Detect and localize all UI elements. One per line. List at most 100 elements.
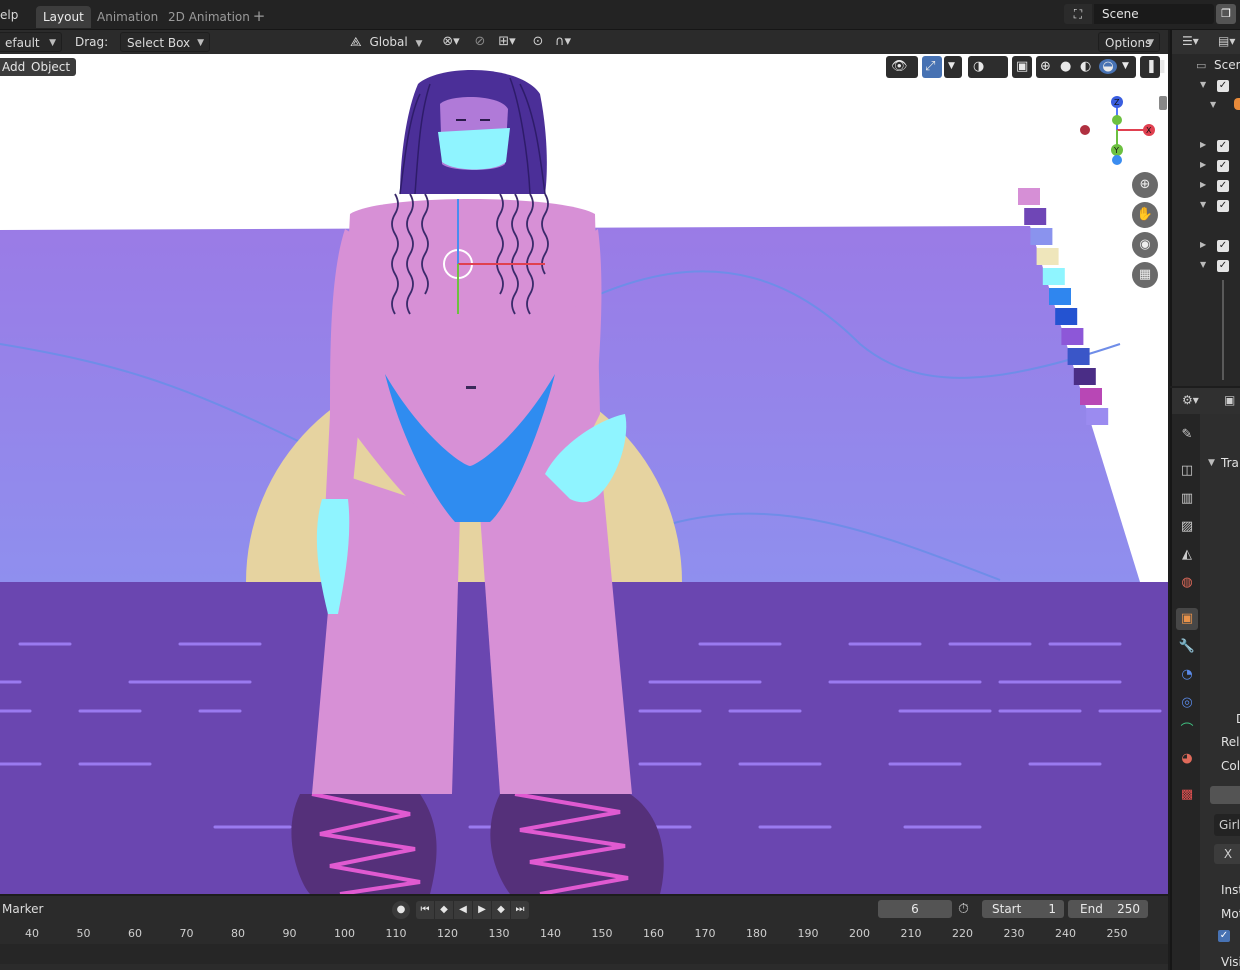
current-frame-field[interactable]: 6 xyxy=(878,900,952,918)
x-field[interactable]: X xyxy=(1214,844,1240,864)
scene-selector[interactable]: ⛶ Scene xyxy=(1064,4,1214,24)
object-menu[interactable]: Object xyxy=(25,58,77,76)
checkbox-icon[interactable]: ✓ xyxy=(1217,180,1229,192)
expand-icon[interactable]: ▼ xyxy=(1200,80,1206,89)
checkbox-icon[interactable]: ✓ xyxy=(1217,160,1229,172)
expand-icon[interactable]: ▶ xyxy=(1200,240,1206,249)
prev-keyframe-icon[interactable]: ◆ xyxy=(435,901,453,919)
relations-section[interactable]: Rela xyxy=(1221,735,1240,749)
pause-button[interactable]: ❚❚ xyxy=(1140,56,1168,78)
expand-icon[interactable]: ▼ xyxy=(1210,100,1216,109)
falloff-curve-icon[interactable]: ∩▾ xyxy=(548,32,578,52)
next-keyframe-icon[interactable]: ◆ xyxy=(492,901,510,919)
xray-toggle[interactable]: ▣ xyxy=(1012,56,1032,78)
pivot-point-icon[interactable]: ⊗▾ xyxy=(436,32,466,52)
tab-2d-animation[interactable]: 2D Animation xyxy=(161,6,257,28)
mode-dropdown[interactable]: efault ▼ xyxy=(0,32,62,52)
delta-transform-section[interactable]: D xyxy=(1236,712,1240,726)
outliner-row[interactable]: ▶ ✓ xyxy=(1172,176,1240,196)
snap-icon[interactable]: ⊘ xyxy=(470,32,490,52)
pin-icon[interactable]: ▣ xyxy=(1224,393,1235,407)
physics-tab-icon[interactable]: ◎ xyxy=(1176,692,1198,714)
gizmo-dropdown[interactable]: ▼ xyxy=(944,56,962,78)
orientation-dropdown[interactable]: ⟁ Global ▼ xyxy=(350,32,428,52)
tab-animation[interactable]: Animation xyxy=(90,6,165,28)
display-mode-icon[interactable]: ▤▾ xyxy=(1218,34,1235,48)
expand-icon[interactable]: ▼ xyxy=(1200,200,1206,209)
tool-tab-icon[interactable]: ✎ xyxy=(1176,424,1198,446)
gizmo-toggle[interactable]: ⤢ xyxy=(922,56,942,78)
camera-icon[interactable]: ◉ xyxy=(1132,232,1158,258)
checkbox-icon[interactable]: ✓ xyxy=(1217,240,1229,252)
pan-hand-icon[interactable]: ✋ xyxy=(1132,202,1158,228)
snap-target-icon[interactable]: ⊞▾ xyxy=(492,32,522,52)
jump-start-icon[interactable]: ⏮ xyxy=(416,901,434,919)
play-icon[interactable]: ▶ xyxy=(473,901,491,919)
checkbox-icon[interactable]: ✓ xyxy=(1217,80,1229,92)
expand-icon[interactable]: ▶ xyxy=(1200,180,1206,189)
zoom-icon[interactable]: ⊕ xyxy=(1132,172,1158,198)
shading-modes[interactable]: ⊕ ● ◐ ◒ ▼ xyxy=(1036,56,1136,78)
new-scene-icon[interactable]: ❐ xyxy=(1216,4,1236,24)
output-tab-icon[interactable]: ▥ xyxy=(1176,488,1198,510)
checkbox-icon[interactable]: ✓ xyxy=(1217,260,1229,272)
editor-type-icon[interactable]: ⚙▾ xyxy=(1182,393,1199,407)
outliner-row[interactable]: ▼ ✓ xyxy=(1172,196,1240,216)
world-tab-icon[interactable]: ◍ xyxy=(1176,572,1198,594)
constraints-tab-icon[interactable]: ⌒ xyxy=(1176,720,1198,742)
collection-name-field[interactable]: Girl- xyxy=(1214,814,1240,836)
view-layer-tab-icon[interactable]: ▨ xyxy=(1176,516,1198,538)
scene-icon[interactable]: ⛶ xyxy=(1064,4,1092,24)
drag-select-dropdown[interactable]: Select Box ▼ xyxy=(120,32,210,52)
visibility-dropdown[interactable]: 👁 xyxy=(886,56,918,78)
record-button[interactable]: ● xyxy=(392,901,410,919)
outliner-row[interactable]: ▶ ✓ xyxy=(1172,236,1240,256)
options-dropdown[interactable]: Options ▼ xyxy=(1098,32,1160,52)
3d-viewport[interactable]: Add Object 👁 ⤢ ▼ ◑ ▣ ⊕ ● ◐ ◒ ▼ ❚❚ Z X Y … xyxy=(0,54,1168,894)
expand-icon[interactable]: ▼ xyxy=(1200,260,1206,269)
end-frame-field[interactable]: End 250 xyxy=(1068,900,1148,918)
transform-orientation-icon: ⟁ xyxy=(350,35,362,50)
help-menu[interactable]: elp xyxy=(0,8,18,22)
material-tab-icon[interactable]: ◕ xyxy=(1176,748,1198,770)
outliner-row[interactable]: ▼ xyxy=(1172,96,1240,116)
grid-perspective-icon[interactable]: ▦ xyxy=(1132,262,1158,288)
particles-tab-icon[interactable]: ◔ xyxy=(1176,664,1198,686)
timeline-track[interactable] xyxy=(0,944,1168,964)
outliner-row[interactable]: ▼ ✓ xyxy=(1172,76,1240,96)
editor-type-icon[interactable]: ☰▾ xyxy=(1182,34,1199,48)
object-tab-icon[interactable]: ▣ xyxy=(1176,608,1198,630)
outliner-row[interactable]: ▶ ✓ xyxy=(1172,156,1240,176)
checkbox-icon[interactable]: ✓ xyxy=(1217,200,1229,212)
start-frame-field[interactable]: Start 1 xyxy=(982,900,1064,918)
scene-name-field[interactable]: Scene xyxy=(1094,4,1214,24)
visibility-section[interactable]: Visi xyxy=(1221,955,1240,969)
motion-paths-section[interactable]: Moti xyxy=(1221,907,1240,921)
render-tab-icon[interactable]: ◫ xyxy=(1176,460,1198,482)
frame-ruler[interactable]: 40 50 60 70 80 90 100 110 120 130 140 150 160 170 180 1… xyxy=(0,924,1168,944)
proportional-edit-icon[interactable]: ⊙ xyxy=(528,32,548,52)
outliner-row[interactable]: ▼ ✓ xyxy=(1172,256,1240,276)
expand-icon[interactable]: ▶ xyxy=(1200,140,1206,149)
scene-tab-icon[interactable]: ◭ xyxy=(1176,544,1198,566)
add-workspace-button[interactable]: + xyxy=(250,6,268,26)
checkbox-icon[interactable]: ✓ xyxy=(1217,140,1229,152)
collections-section[interactable]: Coll xyxy=(1221,759,1240,773)
overlays-toggle[interactable]: ◑ xyxy=(968,56,1008,78)
viewport-scrollbar[interactable] xyxy=(1159,96,1167,110)
texture-tab-icon[interactable]: ▩ xyxy=(1176,784,1198,806)
expand-icon[interactable]: ▶ xyxy=(1200,160,1206,169)
outliner-row[interactable]: ▶ ✓ xyxy=(1172,136,1240,156)
instancing-section[interactable]: Insti xyxy=(1221,883,1240,897)
navigation-gizmo[interactable]: Z X Y xyxy=(1075,92,1165,172)
transform-section[interactable]: Tra xyxy=(1221,456,1239,470)
marker-menu[interactable]: Marker xyxy=(2,902,43,916)
section-expand-icon[interactable]: ▼ xyxy=(1208,458,1215,468)
play-reverse-icon[interactable]: ◀ xyxy=(454,901,472,919)
collection-button[interactable] xyxy=(1210,786,1240,804)
tab-layout[interactable]: Layout xyxy=(36,6,91,28)
stopwatch-icon[interactable]: ⏱ xyxy=(958,901,969,917)
jump-end-icon[interactable]: ⏭ xyxy=(511,901,529,919)
checkbox-icon[interactable]: ✓ xyxy=(1218,930,1230,942)
modifiers-tab-icon[interactable]: 🔧 xyxy=(1176,636,1198,658)
